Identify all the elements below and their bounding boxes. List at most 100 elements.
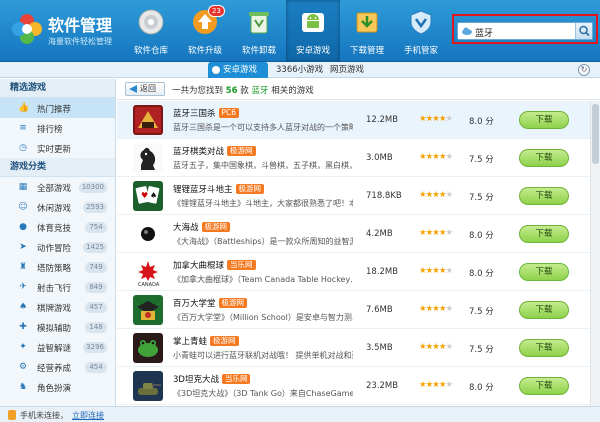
category-count: 148 xyxy=(85,322,107,333)
sidebar-item-sports[interactable]: ● 体育竞技 754 xyxy=(0,217,115,237)
download-button[interactable]: 下载 xyxy=(519,339,569,357)
star-rating: ★★★★★ xyxy=(419,114,453,124)
download-box-icon xyxy=(356,12,378,33)
back-arrow-icon xyxy=(129,85,137,93)
sidebar-item-rpg[interactable]: ♞ 角色扮演 xyxy=(0,377,115,397)
app-size: 23.2MB xyxy=(366,381,399,391)
download-button[interactable]: 下载 xyxy=(519,377,569,395)
download-button[interactable]: 下载 xyxy=(519,225,569,243)
rating-score: 8.0 分 xyxy=(469,269,494,279)
status-bar: 手机未连接， 立即连接 xyxy=(0,406,600,422)
connect-link[interactable]: 立即连接 xyxy=(72,411,104,420)
app-name: 百万大学堂 极游网 xyxy=(173,297,248,309)
list-item[interactable]: 百万大学堂 极游网 《百万大学堂》（Million School）是安卓与智力测…… xyxy=(117,291,590,329)
nav-software-store[interactable]: 软件仓库 xyxy=(124,0,178,62)
app-logo: 软件管理 海量软件轻松管理 xyxy=(6,6,124,56)
download-button[interactable]: 下载 xyxy=(519,111,569,129)
category-count: 3296 xyxy=(83,342,107,353)
search-input[interactable]: 蓝牙 xyxy=(457,22,593,40)
download-button[interactable]: 下载 xyxy=(519,187,569,205)
category-count: 1425 xyxy=(83,242,107,253)
app-description: 《百万大学堂》（Million School）是安卓与智力测… xyxy=(173,313,353,322)
tab-android-games[interactable]: 安卓游戏 xyxy=(208,62,268,78)
sidebar-section-categories: 游戏分类 xyxy=(0,158,115,177)
refresh-icon[interactable]: ↻ xyxy=(578,64,590,76)
tab-3366-games[interactable]: 3366小游戏 xyxy=(276,62,323,78)
list-item[interactable]: 蓝牙棋类对战 极游网 蓝牙五子，集中国象棋，斗兽棋，五子棋，黑白棋，… 3.0MB… xyxy=(117,139,590,177)
tank-icon xyxy=(133,371,163,401)
app-name: 大海战 极游网 xyxy=(173,221,231,233)
nav-download-manager[interactable]: 下载管理 xyxy=(340,0,394,62)
cloud-icon xyxy=(462,27,472,35)
category-count: 454 xyxy=(85,362,107,373)
phone-icon xyxy=(8,410,16,420)
sidebar-item-label: 射击飞行 xyxy=(37,284,72,294)
result-suffix: 相关的游戏 xyxy=(271,86,314,96)
app-description: 《锂锂蓝牙斗地主》斗地主，大家都很熟悉了吧！本… xyxy=(173,199,353,208)
download-button[interactable]: 下载 xyxy=(519,149,569,167)
sidebar-item-label: 排行榜 xyxy=(37,125,63,135)
sidebar-item-simulation[interactable]: ✚ 模拟辅助 148 xyxy=(0,317,115,337)
list-item[interactable]: 大海战 极游网 《大海战》（Battleships）是一款众所周知的益智游… 4.… xyxy=(117,215,590,253)
sidebar-item-shooting[interactable]: ✈ 射击飞行 849 xyxy=(0,277,115,297)
frog-icon xyxy=(133,333,163,363)
app-name: 蓝牙三国杀 PC6 xyxy=(173,107,240,119)
result-middle: 款 xyxy=(240,86,249,96)
tower-icon: ♜ xyxy=(18,262,28,272)
app-name: 加拿大曲棍球 当乐网 xyxy=(173,259,256,271)
action-icon: ➤ xyxy=(19,242,27,252)
search-result-bar: 返回 一共为您找到 56 款 蓝牙 相关的游戏 xyxy=(117,79,600,100)
nav-software-uninstall[interactable]: 软件卸载 xyxy=(232,0,286,62)
back-button[interactable]: 返回 xyxy=(125,82,165,96)
list-item[interactable]: CANADA 加拿大曲棍球 当乐网 《加拿大曲棍球》（Team Canada Ta… xyxy=(117,253,590,291)
source-tag: 当乐网 xyxy=(221,374,251,384)
sidebar-item-puzzle[interactable]: ✦ 益智解谜 3296 xyxy=(0,337,115,357)
sidebar-item-ranking[interactable]: ≡ 排行榜 xyxy=(0,118,115,138)
sidebar-item-all[interactable]: ▦ 全部游戏 10300 xyxy=(0,177,115,197)
sidebar-item-casual[interactable]: ☺ 休闲游戏 2593 xyxy=(0,197,115,217)
sidebar-item-label: 体育竞技 xyxy=(37,224,72,234)
app-subtitle: 海量软件轻松管理 xyxy=(48,37,112,46)
star-rating: ★★★★★ xyxy=(419,228,453,238)
status-text: 手机未连接， 立即连接 xyxy=(20,411,104,420)
list-scrollbar[interactable] xyxy=(590,101,600,406)
category-count: 2593 xyxy=(83,202,107,213)
scroll-thumb[interactable] xyxy=(592,104,599,164)
list-item[interactable]: ♥ ♠ 锂锂蓝牙斗地主 极游网 《锂锂蓝牙斗地主》斗地主，大家都很熟悉了吧！本… … xyxy=(117,177,590,215)
app-size: 3.0MB xyxy=(366,153,393,163)
app-title: 软件管理 xyxy=(48,16,113,35)
sidebar-item-business[interactable]: ⚙ 经营养成 454 xyxy=(0,357,115,377)
sidebar-item-action[interactable]: ➤ 动作冒险 1425 xyxy=(0,237,115,257)
download-button[interactable]: 下载 xyxy=(519,301,569,319)
nav-android-games[interactable]: 安卓游戏 xyxy=(286,0,340,62)
list-item[interactable]: 3D坦克大战 当乐网 《3D坦克大战》（3D Tank Go）来自ChaseGam… xyxy=(117,367,590,405)
sidebar-item-strategy[interactable]: ♜ 塔防策略 749 xyxy=(0,257,115,277)
list-item[interactable]: 掌上青蛙极游网 小青蛙可以进行蓝牙联机对战哦！ 提供单机对战和蓝牙… 3.5MB… xyxy=(117,329,590,367)
puzzle-icon: ✦ xyxy=(19,342,27,352)
sidebar-item-hot[interactable]: 👍 热门推荐 xyxy=(0,98,115,118)
list-item[interactable]: 蓝牙三国杀 PC6 蓝牙三国杀是一个可以支持多人蓝牙对战的一个策略… 12.2MB… xyxy=(117,101,590,139)
category-count: 849 xyxy=(85,282,107,293)
source-tag: 极游网 xyxy=(201,222,231,232)
nav-label: 软件卸载 xyxy=(241,46,276,56)
nav-software-upgrade[interactable]: 23 软件升级 xyxy=(178,0,232,62)
sidebar-item-board-card[interactable]: ♠ 棋牌游戏 457 xyxy=(0,297,115,317)
svg-text:♥: ♥ xyxy=(141,191,148,200)
chess-icon xyxy=(133,143,163,173)
rating-score: 8.0 分 xyxy=(469,117,494,127)
search-button[interactable] xyxy=(575,23,592,39)
people-icon: ☺ xyxy=(18,202,28,212)
nav-phone-manager[interactable]: 手机管家 xyxy=(394,0,448,62)
sidebar-item-label: 动作冒险 xyxy=(37,244,72,254)
tab-web-games[interactable]: 网页游戏 xyxy=(330,62,364,78)
shield-phone-icon xyxy=(410,10,432,35)
star-rating: ★★★★★ xyxy=(419,190,453,200)
star-rating: ★★★★★ xyxy=(419,380,453,390)
upgrade-count-badge: 23 xyxy=(208,5,225,17)
download-button[interactable]: 下载 xyxy=(519,263,569,281)
search-icon xyxy=(579,25,590,37)
recycle-bin-icon xyxy=(249,12,269,34)
result-count: 56 xyxy=(225,86,238,96)
thumb-up-icon: 👍 xyxy=(18,103,30,113)
sidebar-item-updates[interactable]: ◷ 实时更新 xyxy=(0,138,115,158)
